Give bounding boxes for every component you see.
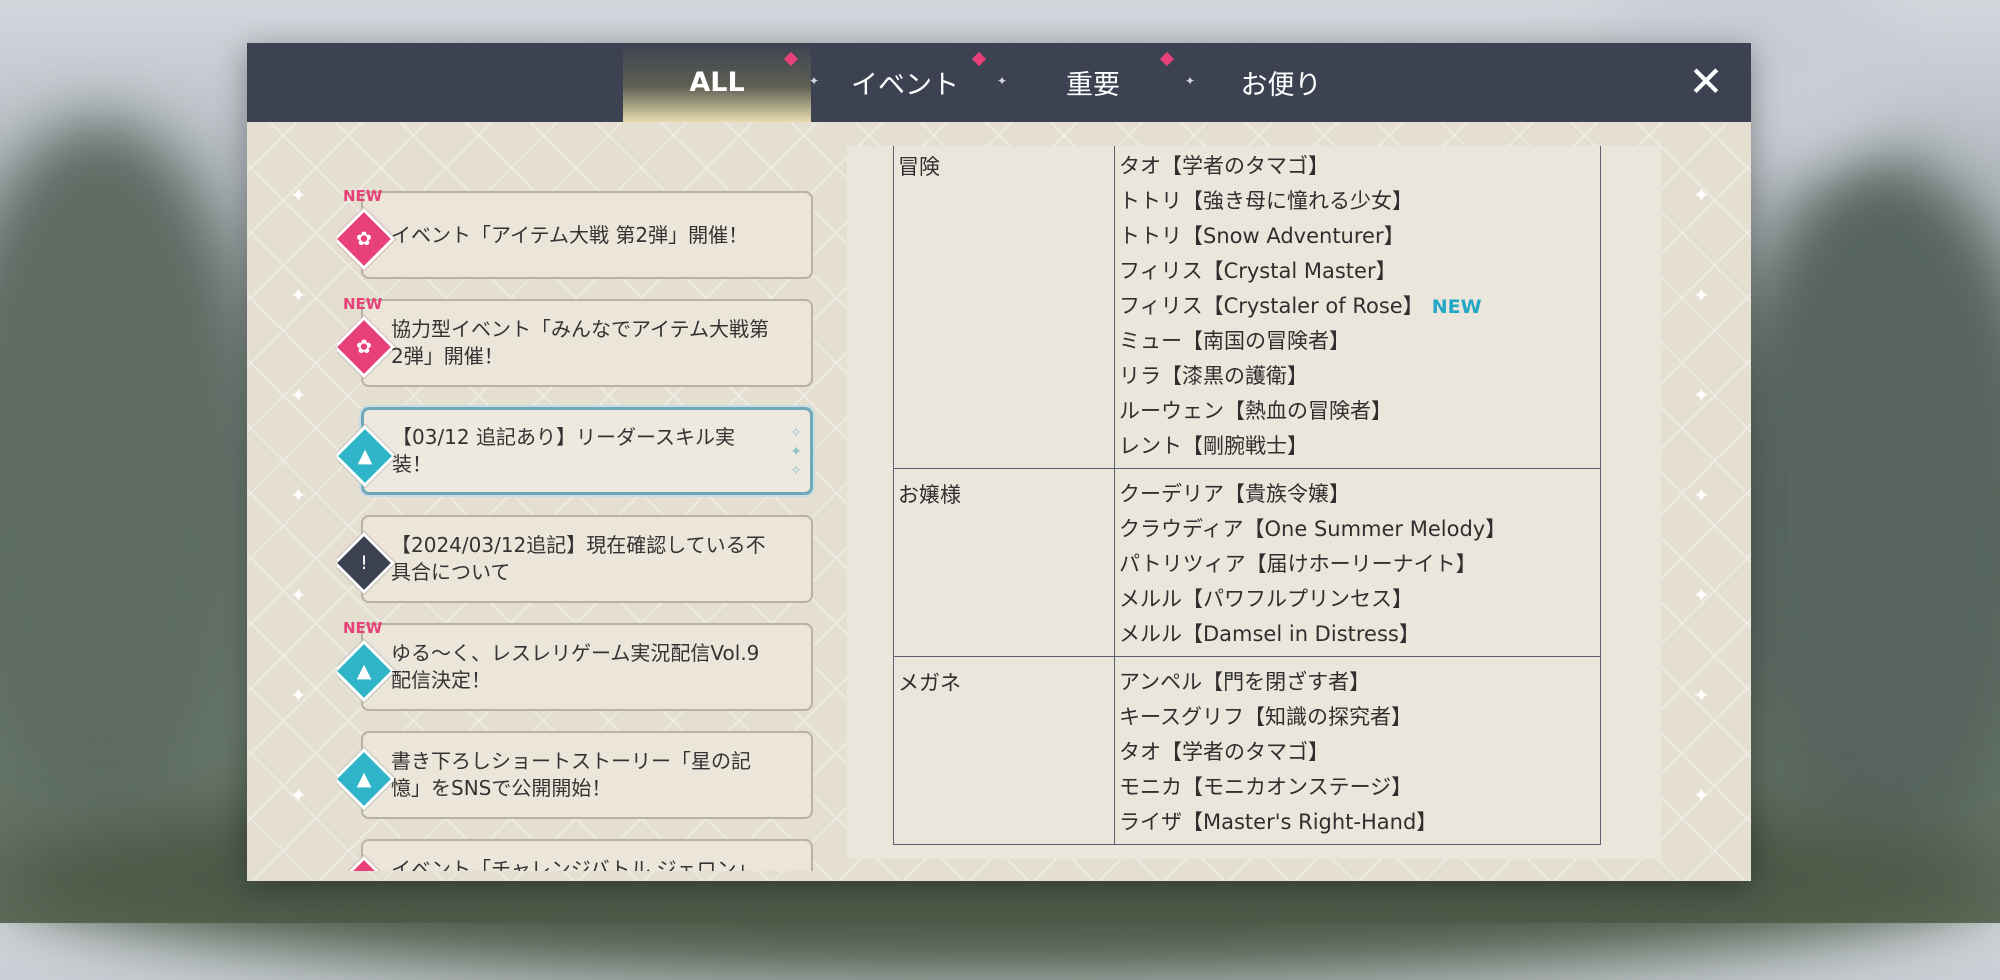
- sparkle-icon: ✦: [290, 683, 307, 707]
- news-title: イベント「チャレンジバトル ジェロン」開催！: [391, 857, 757, 871]
- character-name: メルル【パワフルプリンセス】: [1119, 587, 1413, 611]
- new-tag: NEW: [1431, 296, 1482, 318]
- character-name: ルーウェン【熱血の冒険者】: [1119, 399, 1392, 423]
- character-name: クーデリア【貴族令嬢】: [1119, 482, 1350, 506]
- character-name: タオ【学者のタマゴ】: [1119, 154, 1329, 178]
- tab-important[interactable]: 重要: [999, 43, 1187, 122]
- tab-all-label: ALL: [689, 67, 745, 98]
- news-item[interactable]: ▲ 書き下ろしショートストーリー「星の記憶」をSNSで公開開始！: [337, 731, 813, 819]
- names-cell: タオ【学者のタマゴ】 トトリ【強き母に憧れる少女】 トトリ【Snow Adven…: [1114, 146, 1601, 469]
- news-list[interactable]: NEW ✿ イベント「アイテム大戦 第2弾」開催！ NEW ✿ 協力型イベント「…: [337, 138, 817, 871]
- character-name: クラウディア【One Summer Melody】: [1119, 517, 1507, 541]
- sparkle-icon: ✦: [290, 483, 307, 507]
- news-title: 書き下ろしショートストーリー「星の記憶」をSNSで公開開始！: [391, 749, 751, 800]
- table-row: お嬢様 クーデリア【貴族令嬢】 クラウディア【One Summer Melody…: [893, 468, 1601, 657]
- sparkle-icon: ✦: [290, 183, 307, 207]
- character-name: メルル【Damsel in Distress】: [1119, 622, 1420, 646]
- news-title: 【03/12 追記あり】リーダースキル実装！: [392, 425, 735, 476]
- news-item[interactable]: ! 【2024/03/12追記】現在確認している不具合について: [337, 515, 813, 603]
- sparkle-icon: ✦: [1693, 783, 1710, 807]
- sparkle-icon: ✦: [290, 583, 307, 607]
- character-name: レント【剛腕戦士】: [1119, 434, 1308, 458]
- character-name: ライザ【Master's Right-Hand】: [1119, 810, 1438, 834]
- sparkle-icon: ✦: [1693, 683, 1710, 707]
- tab-important-label: 重要: [1066, 70, 1120, 101]
- tab-event[interactable]: イベント: [811, 43, 999, 122]
- character-name: フィリス【Crystaler of Rose】: [1119, 294, 1424, 318]
- close-icon: ✕: [1688, 57, 1724, 106]
- character-name: タオ【学者のタマゴ】: [1119, 740, 1329, 764]
- close-button[interactable]: ✕: [1681, 57, 1731, 107]
- character-name: アンペル【門を閉ざす者】: [1119, 670, 1371, 694]
- table-row: 冒険 タオ【学者のタマゴ】 トトリ【強き母に憧れる少女】 トトリ【Snow Ad…: [893, 146, 1601, 469]
- sparkle-icon: ✧ ✦ ✧: [790, 425, 802, 479]
- character-name: ミュー【南国の冒険者】: [1119, 329, 1350, 353]
- event-icon: ✿: [337, 855, 396, 871]
- news-item-selected[interactable]: ▲ 【03/12 追記あり】リーダースキル実装！ ✧ ✦ ✧: [337, 407, 813, 495]
- news-title: 【2024/03/12追記】現在確認している不具合について: [391, 533, 766, 584]
- sparkle-icon: ✦: [1693, 283, 1710, 307]
- character-name: パトリツィア【届けホーリーナイト】: [1119, 552, 1477, 576]
- sparkle-icon: ✦: [290, 783, 307, 807]
- sparkle-icon: ✦: [1693, 183, 1710, 207]
- bell-icon: ▲: [337, 747, 396, 811]
- character-name: キースグリフ【知識の探究者】: [1119, 705, 1412, 729]
- character-name: モニカ【モニカオンステージ】: [1119, 775, 1413, 799]
- news-title: 協力型イベント「みんなでアイテム大戦第2弾」開催！: [391, 317, 769, 368]
- news-title: イベント「アイテム大戦 第2弾」開催！: [391, 222, 749, 247]
- character-name: トトリ【Snow Adventurer】: [1119, 224, 1405, 248]
- news-title: ゆる～く、レスレリゲーム実況配信Vol.9配信決定！: [391, 641, 760, 692]
- news-detail-panel[interactable]: 冒険 タオ【学者のタマゴ】 トトリ【強き母に憧れる少女】 トトリ【Snow Ad…: [847, 146, 1661, 859]
- sparkle-icon: ✦: [1693, 583, 1710, 607]
- character-name: トトリ【強き母に憧れる少女】: [1119, 189, 1413, 213]
- sparkle-icon: ✦: [290, 383, 307, 407]
- names-cell: クーデリア【貴族令嬢】 クラウディア【One Summer Melody】 パト…: [1114, 468, 1601, 657]
- news-item[interactable]: NEW ✿ イベント「アイテム大戦 第2弾」開催！: [337, 187, 813, 279]
- sparkle-icon: ✦: [1693, 383, 1710, 407]
- category-cell: 冒険: [893, 146, 1115, 469]
- sparkle-icon: ✦: [1185, 74, 1196, 88]
- new-badge: NEW: [343, 295, 383, 313]
- category-cell: メガネ: [893, 656, 1115, 845]
- sparkle-icon: ✦: [809, 74, 820, 88]
- tab-all[interactable]: ALL: [623, 43, 811, 122]
- news-item[interactable]: NEW ▲ ゆる～く、レスレリゲーム実況配信Vol.9配信決定！: [337, 619, 813, 711]
- new-badge: NEW: [343, 187, 383, 205]
- tab-letters[interactable]: お便り: [1187, 43, 1375, 122]
- category-cell: お嬢様: [893, 468, 1115, 657]
- tab-event-label: イベント: [851, 70, 959, 101]
- character-name: リラ【漆黒の護衛】: [1119, 364, 1308, 388]
- tab-letters-label: お便り: [1240, 70, 1322, 101]
- names-cell: アンペル【門を閉ざす者】 キースグリフ【知識の探究者】 タオ【学者のタマゴ】 モ…: [1114, 656, 1601, 845]
- sparkle-icon: ✦: [1693, 483, 1710, 507]
- new-badge: NEW: [343, 619, 383, 637]
- news-modal: ALL イベント 重要 お便り ✦ ✦ ✦ ✕ ✦ ✦ ✦ ✦ ✦ ✦ ✦ ✦ …: [247, 43, 1751, 881]
- sparkle-icon: ✦: [290, 283, 307, 307]
- bell-icon: ▲: [337, 639, 396, 703]
- event-icon: ✿: [337, 315, 396, 379]
- event-icon: ✿: [337, 207, 396, 271]
- bell-icon: ▲: [337, 424, 397, 488]
- news-item[interactable]: NEW ✿ 協力型イベント「みんなでアイテム大戦第2弾」開催！: [337, 295, 813, 387]
- alert-icon: !: [337, 531, 396, 595]
- sparkle-icon: ✦: [997, 74, 1008, 88]
- table-row: メガネ アンペル【門を閉ざす者】 キースグリフ【知識の探究者】 タオ【学者のタマ…: [893, 656, 1601, 845]
- news-item[interactable]: ✿ イベント「チャレンジバトル ジェロン」開催！: [337, 839, 813, 871]
- character-name-row: フィリス【Crystaler of Rose】 NEW: [1119, 289, 1596, 324]
- tab-header: ALL イベント 重要 お便り ✦ ✦ ✦ ✕: [247, 43, 1751, 122]
- character-table: 冒険 タオ【学者のタマゴ】 トトリ【強き母に憧れる少女】 トトリ【Snow Ad…: [893, 146, 1601, 845]
- character-name: フィリス【Crystal Master】: [1119, 259, 1397, 283]
